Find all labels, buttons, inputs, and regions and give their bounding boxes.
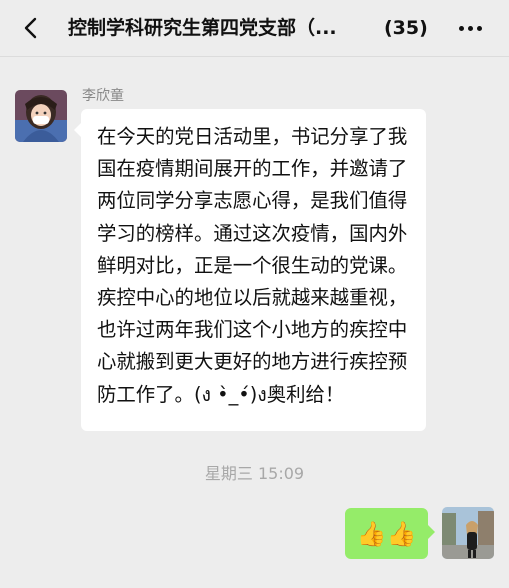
sender-name: 李欣童 (82, 88, 124, 104)
back-button[interactable] (14, 12, 46, 44)
message-bubble[interactable]: 在今天的党日活动里，书记分享了我国在疫情期间展开的工作，并邀请了两位同学分享志愿… (74, 109, 426, 431)
avatar-image (442, 507, 494, 559)
thumbs-up-emoji: 👍👍 (356, 519, 417, 548)
avatar-image (15, 90, 67, 142)
more-button[interactable] (452, 12, 488, 44)
message-text: 在今天的党日活动里，书记分享了我国在疫情期间展开的工作，并邀请了两位同学分享志愿… (97, 125, 408, 406)
my-avatar[interactable] (442, 507, 494, 559)
chevron-left-icon (24, 17, 37, 39)
member-count: (35) (384, 17, 428, 39)
more-horizontal-icon (458, 25, 464, 31)
chat-title: 控制学科研究生第四党支部（... (68, 17, 337, 39)
sender-avatar[interactable] (15, 90, 67, 142)
reply-bubble[interactable]: 👍👍 (345, 508, 435, 559)
chat-header: 控制学科研究生第四党支部（... (35) (0, 0, 509, 57)
message-timestamp: 星期三 15:09 (204, 464, 305, 483)
